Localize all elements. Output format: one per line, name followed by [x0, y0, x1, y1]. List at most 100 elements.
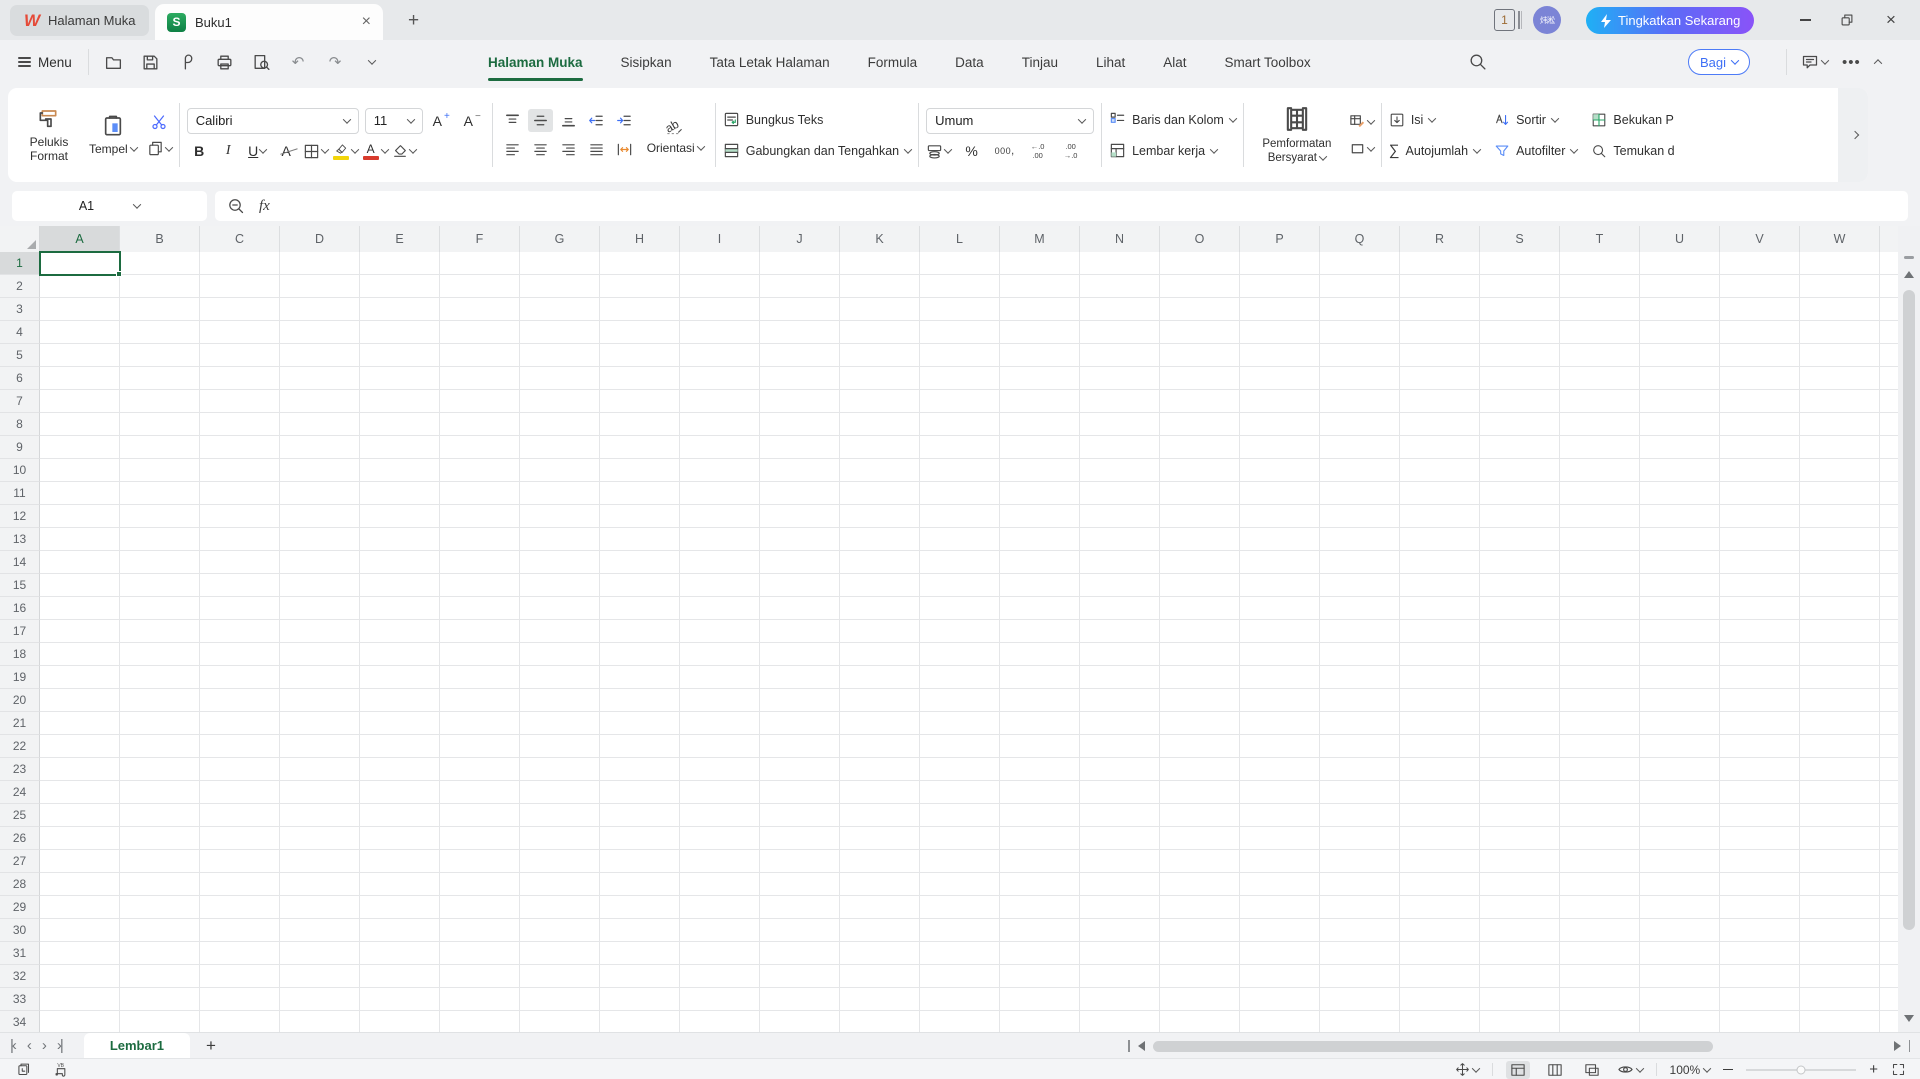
cell-S4[interactable] [1480, 321, 1560, 344]
decrease-indent-button[interactable] [584, 109, 609, 132]
cell-C25[interactable] [200, 804, 280, 827]
cell-G17[interactable] [520, 620, 600, 643]
cell-partial-34[interactable] [1880, 1011, 1898, 1032]
cell-E28[interactable] [360, 873, 440, 896]
cell-partial-10[interactable] [1880, 459, 1898, 482]
name-box[interactable]: A1 [12, 191, 207, 221]
cell-Q1[interactable] [1320, 252, 1400, 275]
cell-D1[interactable] [280, 252, 360, 275]
cell-partial-7[interactable] [1880, 390, 1898, 413]
close-window-button[interactable]: × [1870, 0, 1912, 40]
cell-E13[interactable] [360, 528, 440, 551]
cell-K16[interactable] [840, 597, 920, 620]
cell-F26[interactable] [440, 827, 520, 850]
cell-D14[interactable] [280, 551, 360, 574]
cell-G6[interactable] [520, 367, 600, 390]
cell-N26[interactable] [1080, 827, 1160, 850]
cell-L14[interactable] [920, 551, 1000, 574]
cell-T7[interactable] [1560, 390, 1640, 413]
normal-view-button[interactable] [1505, 1060, 1530, 1079]
cell-T14[interactable] [1560, 551, 1640, 574]
increase-indent-button[interactable] [612, 109, 637, 132]
tab-formula[interactable]: Formula [868, 40, 918, 84]
cell-D19[interactable] [280, 666, 360, 689]
cell-partial-13[interactable] [1880, 528, 1898, 551]
collapse-ribbon-button[interactable] [1873, 59, 1883, 68]
cell-T25[interactable] [1560, 804, 1640, 827]
cell-E29[interactable] [360, 896, 440, 919]
cell-R13[interactable] [1400, 528, 1480, 551]
cell-N22[interactable] [1080, 735, 1160, 758]
cell-I34[interactable] [680, 1011, 760, 1032]
cell-Q30[interactable] [1320, 919, 1400, 942]
cell-I23[interactable] [680, 758, 760, 781]
cell-T12[interactable] [1560, 505, 1640, 528]
cell-I30[interactable] [680, 919, 760, 942]
cell-O4[interactable] [1160, 321, 1240, 344]
cell-H27[interactable] [600, 850, 680, 873]
cell-O8[interactable] [1160, 413, 1240, 436]
cell-H10[interactable] [600, 459, 680, 482]
cell-B7[interactable] [120, 390, 200, 413]
cell-E30[interactable] [360, 919, 440, 942]
cell-H25[interactable] [600, 804, 680, 827]
cell-Q26[interactable] [1320, 827, 1400, 850]
tab-tinjau[interactable]: Tinjau [1022, 40, 1058, 84]
cell-W21[interactable] [1800, 712, 1880, 735]
column-header-W[interactable]: W [1800, 226, 1880, 252]
row-header-3[interactable]: 3 [0, 298, 40, 321]
cell-B9[interactable] [120, 436, 200, 459]
cell-S28[interactable] [1480, 873, 1560, 896]
column-header-G[interactable]: G [520, 226, 600, 252]
new-tab-button[interactable]: + [408, 10, 419, 32]
wrap-text-button[interactable]: Bungkus Teks [723, 108, 823, 131]
cell-V31[interactable] [1720, 942, 1800, 965]
cell-W10[interactable] [1800, 459, 1880, 482]
cell-G31[interactable] [520, 942, 600, 965]
backup-history-icon[interactable] [16, 1062, 31, 1077]
cell-W20[interactable] [1800, 689, 1880, 712]
cell-L17[interactable] [920, 620, 1000, 643]
cell-P5[interactable] [1240, 344, 1320, 367]
cell-partial-3[interactable] [1880, 298, 1898, 321]
cell-I29[interactable] [680, 896, 760, 919]
cell-V26[interactable] [1720, 827, 1800, 850]
cell-L24[interactable] [920, 781, 1000, 804]
cell-A16[interactable] [40, 597, 120, 620]
cell-I12[interactable] [680, 505, 760, 528]
cell-G20[interactable] [520, 689, 600, 712]
cell-G14[interactable] [520, 551, 600, 574]
cell-N24[interactable] [1080, 781, 1160, 804]
column-header-E[interactable]: E [360, 226, 440, 252]
cell-U27[interactable] [1640, 850, 1720, 873]
cell-I2[interactable] [680, 275, 760, 298]
cell-T1[interactable] [1560, 252, 1640, 275]
decrease-decimal-button[interactable]: .00 →.0 [1058, 140, 1083, 163]
cell-J10[interactable] [760, 459, 840, 482]
cell-L11[interactable] [920, 482, 1000, 505]
cell-S23[interactable] [1480, 758, 1560, 781]
cell-M23[interactable] [1000, 758, 1080, 781]
paste-button[interactable]: Tempel [85, 112, 141, 158]
cell-C32[interactable] [200, 965, 280, 988]
cell-I20[interactable] [680, 689, 760, 712]
column-header-N[interactable]: N [1080, 226, 1160, 252]
cell-V6[interactable] [1720, 367, 1800, 390]
cell-S6[interactable] [1480, 367, 1560, 390]
fill-handle[interactable] [116, 271, 122, 277]
cell-K18[interactable] [840, 643, 920, 666]
column-header-I[interactable]: I [680, 226, 760, 252]
row-header-4[interactable]: 4 [0, 321, 40, 344]
cell-U20[interactable] [1640, 689, 1720, 712]
upgrade-button[interactable]: Tingkatkan Sekarang [1586, 7, 1755, 34]
cell-H12[interactable] [600, 505, 680, 528]
cell-L15[interactable] [920, 574, 1000, 597]
cell-L21[interactable] [920, 712, 1000, 735]
cell-T33[interactable] [1560, 988, 1640, 1011]
ribbon-scroll-more-button[interactable] [1838, 88, 1868, 182]
autosum-button[interactable]: ∑ Autojumlah [1389, 139, 1482, 162]
cell-K31[interactable] [840, 942, 920, 965]
cell-mode-button[interactable] [1455, 1062, 1480, 1077]
cell-G15[interactable] [520, 574, 600, 597]
cell-partial-4[interactable] [1880, 321, 1898, 344]
